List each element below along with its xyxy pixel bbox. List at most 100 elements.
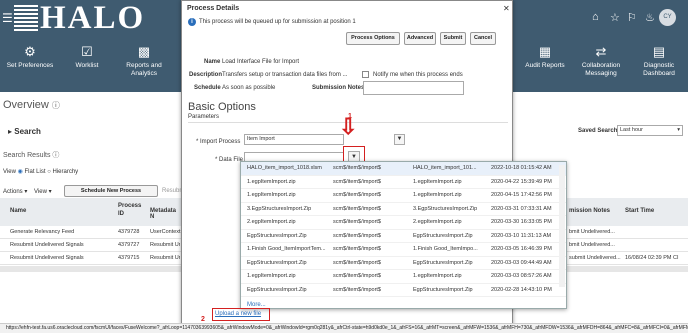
page-title: Overview ⓘ: [3, 99, 60, 111]
data-file-cell: 2020-03-03 09:44:49 AM: [491, 259, 552, 266]
data-file-row[interactable]: 1.egpItemImport.zip scm$/item$/import$ 1.e…: [241, 189, 566, 203]
close-icon[interactable]: ✕: [503, 4, 510, 13]
dashboard-icon: ▤: [652, 44, 666, 59]
horizontal-scrollbar[interactable]: [0, 266, 181, 272]
data-file-cell: 2.egpItemImport.zip: [413, 219, 462, 225]
data-file-cell: scm$/item$/import$: [333, 219, 381, 225]
results-table-header: Name Process ID Metadata N: [0, 198, 181, 226]
data-file-cell: 2020-04-15 17:42:56 PM: [491, 192, 552, 198]
notify-checkbox[interactable]: [362, 71, 369, 78]
data-file-cell: 2020-04-22 15:39:49 PM: [491, 178, 552, 185]
view-menu[interactable]: View ▾: [34, 188, 52, 195]
results-table-right: bmit Undelivered... bmit Undelivered... …: [567, 226, 688, 265]
data-file-row[interactable]: HALO_item_import_1018.xlsm scm$/item$/imp…: [241, 162, 566, 176]
basic-options-heading: Basic Options: [188, 101, 256, 113]
actions-menu[interactable]: Actions ▾: [3, 188, 27, 195]
name-label: Name: [204, 59, 221, 65]
worklist-icon: ☑: [81, 44, 93, 59]
horizontal-scrollbar-right[interactable]: [567, 266, 688, 272]
results-table-header-right: mission Notes Start Time: [567, 198, 688, 226]
data-file-cell: 2020-03-30 16:33:05 PM: [491, 219, 552, 225]
data-file-cell: 2020-02-28 14:43:10 PM: [491, 286, 552, 293]
table-row[interactable]: submit Undelivered... 16/08/24 02:39 PM C…: [567, 252, 688, 265]
nav-set-preferences[interactable]: ⚙ Set Preferences: [2, 36, 58, 92]
saved-search-select[interactable]: Last hour ▾: [617, 125, 683, 136]
audit-icon: ▦: [538, 44, 552, 59]
data-file-cell: 1.egpItemImport.zip: [247, 192, 296, 198]
data-file-cell: EgpStructuresImport.Zip: [413, 259, 473, 266]
submit-button[interactable]: Submit: [440, 32, 466, 45]
upload-new-file-link[interactable]: Upload a new file: [215, 311, 261, 317]
flat-list-radio[interactable]: ◉: [18, 169, 23, 175]
view-mode: View ◉ Flat List ○ Hierarchy: [3, 169, 79, 175]
data-file-row[interactable]: 3.EgpStructuresImport.Zip scm$/item$/impo…: [241, 203, 566, 216]
search-section-toggle[interactable]: ▸ Search: [8, 127, 41, 136]
data-file-row[interactable]: 2.egpItemImport.zip scm$/item$/import$ 2.e…: [241, 216, 566, 230]
data-file-cell: EgpStructuresImport.Zip: [247, 232, 307, 239]
nav-diagnostic-dashboard[interactable]: ▤ Diagnostic Dashboard: [632, 36, 686, 92]
data-file-cell: 1.Finish Good_ItemImportTem...: [247, 246, 326, 252]
nav-reports-analytics[interactable]: ▩ Reports and Analytics: [118, 36, 170, 92]
data-file-cell: scm$/item$/import$: [333, 232, 381, 239]
parameters-heading: Parameters: [188, 114, 220, 120]
hamburger-icon[interactable]: ☰: [2, 11, 13, 25]
data-file-row[interactable]: EgpStructuresImport.Zip scm$/item$/import…: [241, 230, 566, 243]
cancel-button[interactable]: Cancel: [470, 32, 496, 45]
table-row[interactable]: Resubmit Undelivered Signals 4379727 Res…: [0, 239, 181, 252]
dialog-title: Process Details: [187, 5, 240, 12]
data-file-cell: 1.egpItemImport.zip: [247, 273, 296, 279]
data-file-cell: scm$/item$/import$: [333, 192, 381, 198]
data-file-cell: HALO_item_import_101...: [413, 165, 477, 171]
import-process-dropdown-icon[interactable]: ▼: [394, 134, 405, 145]
nav-audit-reports[interactable]: ▦ Audit Reports: [520, 36, 570, 92]
data-file-row[interactable]: EgpStructuresImport.Zip scm$/item$/import…: [241, 284, 566, 297]
description-value: Transfers setup or transaction data file…: [222, 72, 348, 78]
home-icon[interactable]: ⌂: [592, 11, 599, 23]
queue-info-text: This process will be queued up for submi…: [199, 19, 356, 25]
data-file-row[interactable]: 1.Finish Good_ItemImportTem... scm$/item$…: [241, 243, 566, 257]
data-file-cell: EgpStructuresImport.Zip: [247, 286, 307, 293]
data-file-cell: 3.EgpStructuresImport.Zip: [413, 205, 478, 212]
avatar[interactable]: CY: [659, 9, 676, 26]
table-row[interactable]: bmit Undelivered...: [567, 239, 688, 252]
data-file-cell: scm$/item$/import$: [333, 273, 381, 279]
data-file-cell: 2020-03-31 07:33:31 AM: [491, 205, 552, 212]
flag-icon[interactable]: ⚐: [627, 11, 637, 24]
table-row[interactable]: Resubmit Undelivered Signals 4379715 Res…: [0, 252, 181, 265]
data-file-cell: scm$/item$/import$: [333, 246, 381, 252]
results-table: Generate Relevancy Feed 4379728 UserCont…: [0, 226, 181, 265]
data-file-cell: scm$/item$/import$: [333, 205, 381, 212]
data-file-row[interactable]: EgpStructuresImport.Zip scm$/item$/import…: [241, 257, 566, 270]
data-file-rows: HALO_item_import_1018.xlsm scm$/item$/imp…: [241, 162, 566, 297]
table-row[interactable]: bmit Undelivered...: [567, 226, 688, 239]
data-file-cell: HALO_item_import_1018.xlsm: [247, 165, 322, 171]
hierarchy-radio[interactable]: ○: [47, 169, 51, 175]
table-row[interactable]: Generate Relevancy Feed 4379728 UserCont…: [0, 226, 181, 239]
data-file-row[interactable]: 1.egpItemImport.zip scm$/item$/import$ 1.e…: [241, 176, 566, 189]
data-file-cell: scm$/item$/import$: [333, 286, 381, 293]
data-file-cell: scm$/item$/import$: [333, 165, 381, 171]
nav-collaboration-messaging[interactable]: ⇄ Collaboration Messaging: [574, 36, 628, 92]
schedule-new-process-button[interactable]: Schedule New Process: [64, 185, 158, 197]
data-file-cell: 2020-03-10 11:31:13 AM: [491, 232, 552, 239]
bell-icon[interactable]: ♨: [645, 11, 655, 24]
help-icon: ⓘ: [51, 101, 60, 110]
import-process-input[interactable]: Item Import: [244, 134, 344, 145]
halo-logo[interactable]: HALO: [14, 2, 174, 35]
star-icon[interactable]: ☆: [610, 11, 620, 24]
list-scrollbar[interactable]: [559, 165, 565, 287]
status-bar-url: https://ehfn-test.fa.us6.oraclecloud.com…: [0, 323, 688, 333]
data-file-cell: 1.egpItemImport.zip: [413, 273, 462, 279]
process-options-button[interactable]: Process Options: [346, 32, 400, 45]
search-results-title: Search Results ⓘ: [3, 152, 60, 159]
preferences-icon: ⚙: [24, 44, 36, 59]
data-file-list: HALO_item_import_1018.xlsm scm$/item$/imp…: [240, 161, 567, 309]
data-file-cell: 1.Finish Good_ItemImpo...: [413, 246, 478, 252]
data-file-row[interactable]: 1.egpItemImport.zip scm$/item$/import$ 1.e…: [241, 270, 566, 284]
submission-notes-input[interactable]: [363, 81, 464, 95]
help-icon: ⓘ: [52, 152, 60, 159]
schedule-value: As soon as possible: [222, 85, 276, 91]
data-file-cell: 1.egpItemImport.zip: [247, 178, 296, 185]
advanced-button[interactable]: Advanced: [404, 32, 436, 45]
nav-worklist[interactable]: ☑ Worklist: [62, 36, 112, 92]
